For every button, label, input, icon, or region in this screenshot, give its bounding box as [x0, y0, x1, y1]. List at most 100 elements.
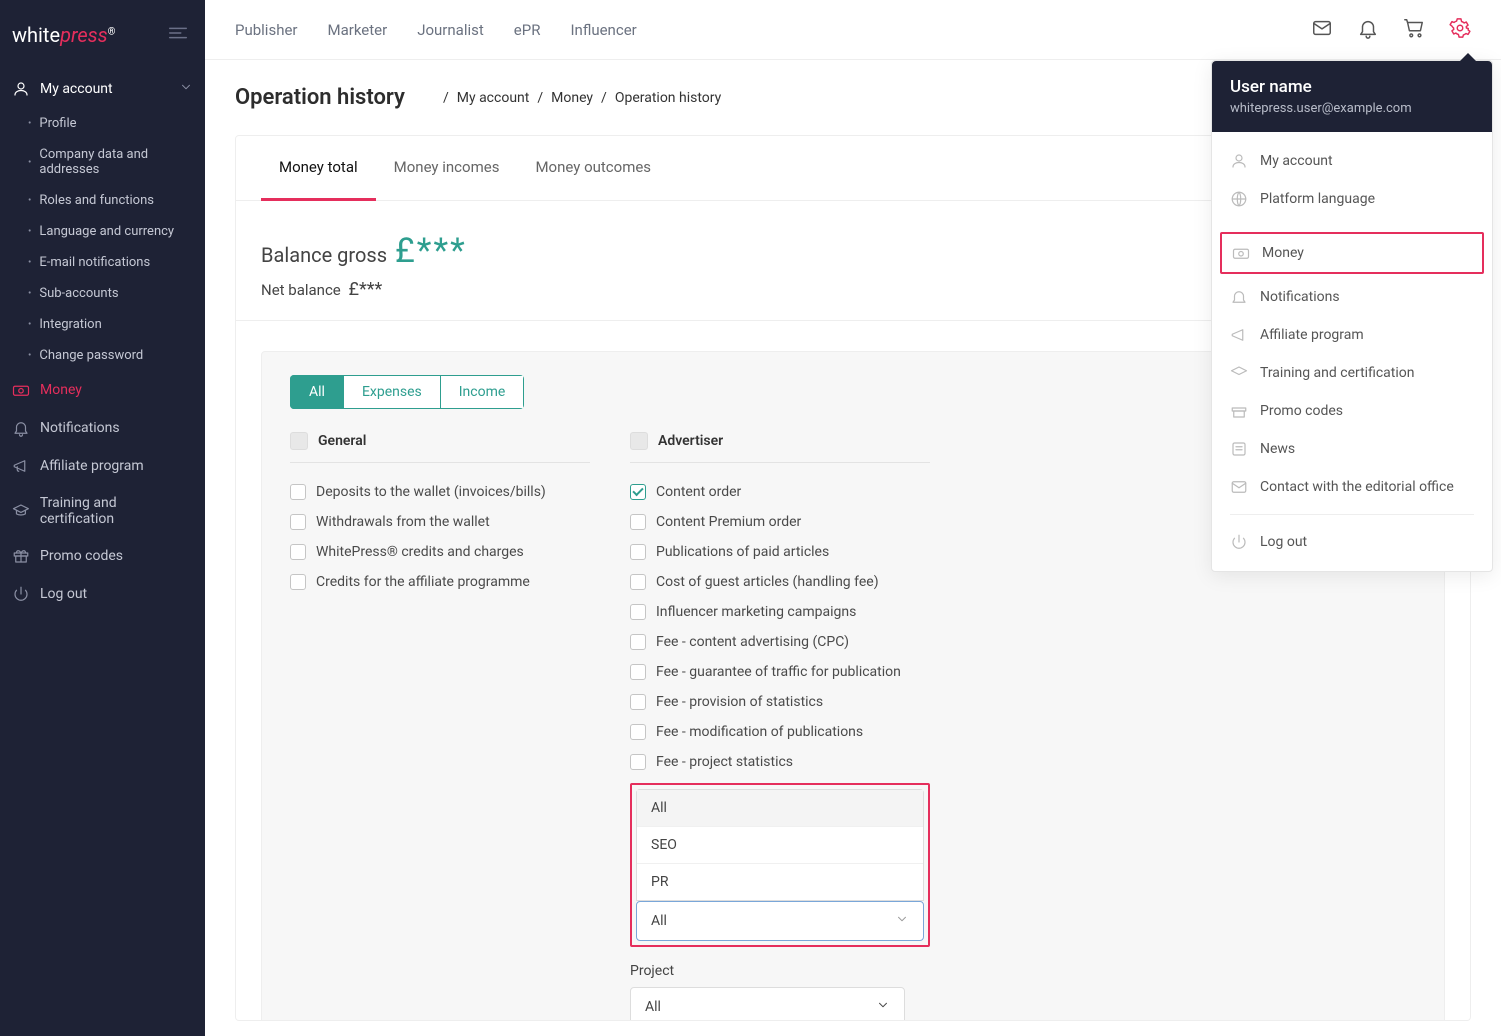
crumb-myaccount[interactable]: My account [457, 90, 530, 106]
check-fee-proj-stats-label: Fee - project statistics [656, 754, 793, 770]
pop-contact-label: Contact with the editorial office [1260, 479, 1454, 495]
pill-all[interactable]: All [290, 375, 344, 409]
globe-icon [1230, 190, 1248, 208]
pop-training-label: Training and certification [1260, 365, 1414, 381]
pop-myaccount[interactable]: My account [1212, 142, 1492, 180]
check-credits[interactable]: WhitePress® credits and charges [290, 537, 590, 567]
general-header-checkbox[interactable] [290, 432, 308, 450]
pop-training[interactable]: Training and certification [1212, 354, 1492, 392]
nav-training-label: Training and certification [40, 495, 193, 527]
dropdown-selected-label: All [651, 913, 667, 929]
checkbox-icon [630, 604, 646, 620]
settings-icon[interactable] [1449, 17, 1471, 43]
check-guest-cost[interactable]: Cost of guest articles (handling fee) [630, 567, 930, 597]
pop-promo-label: Promo codes [1260, 403, 1343, 419]
sidebar: whitepress® My account Profile Company d… [0, 0, 205, 1036]
checkbox-icon [630, 544, 646, 560]
check-fee-stats[interactable]: Fee - provision of statistics [630, 687, 930, 717]
check-fee-cpc[interactable]: Fee - content advertising (CPC) [630, 627, 930, 657]
topnav-publisher[interactable]: Publisher [235, 11, 298, 49]
subtab-outcomes[interactable]: Money outcomes [517, 136, 669, 200]
money-icon [12, 381, 30, 399]
sub-changepw[interactable]: Change password [20, 340, 205, 371]
popover-header: User name whitepress.user@example.com [1212, 61, 1492, 132]
logo-part2: press [60, 23, 108, 47]
dropdown-option-pr[interactable]: PR [637, 864, 923, 900]
pop-platform-language[interactable]: Platform language [1212, 180, 1492, 218]
advertiser-header-checkbox[interactable] [630, 432, 648, 450]
topnav-journalist[interactable]: Journalist [417, 11, 484, 49]
crumb-money[interactable]: Money [551, 90, 593, 106]
dropdown-option-all[interactable]: All [637, 790, 923, 827]
pop-contact[interactable]: Contact with the editorial office [1212, 468, 1492, 506]
check-paid-articles[interactable]: Publications of paid articles [630, 537, 930, 567]
check-deposits[interactable]: Deposits to the wallet (invoices/bills) [290, 477, 590, 507]
topnav-influencer[interactable]: Influencer [570, 11, 636, 49]
megaphone-icon [1230, 326, 1248, 344]
dropdown-select[interactable]: All [636, 901, 924, 941]
sub-roles[interactable]: Roles and functions [20, 185, 205, 216]
check-influencer[interactable]: Influencer marketing campaigns [630, 597, 930, 627]
nav-logout[interactable]: Log out [0, 575, 205, 613]
check-content-order-label: Content order [656, 484, 741, 500]
check-content-order[interactable]: Content order [630, 477, 930, 507]
sub-integration[interactable]: Integration [20, 309, 205, 340]
pop-affiliate-label: Affiliate program [1260, 327, 1364, 343]
check-premium-order-label: Content Premium order [656, 514, 801, 530]
pop-notifications[interactable]: Notifications [1212, 278, 1492, 316]
check-fee-mod[interactable]: Fee - modification of publications [630, 717, 930, 747]
nav-notifications[interactable]: Notifications [0, 409, 205, 447]
sub-company[interactable]: Company data and addresses [20, 139, 205, 185]
power-icon [1230, 533, 1248, 551]
nav-affiliate[interactable]: Affiliate program [0, 447, 205, 485]
check-premium-order[interactable]: Content Premium order [630, 507, 930, 537]
dropdown-option-seo[interactable]: SEO [637, 827, 923, 864]
nav-promo[interactable]: Promo codes [0, 537, 205, 575]
check-fee-traffic[interactable]: Fee - guarantee of traffic for publicati… [630, 657, 930, 687]
pop-affiliate[interactable]: Affiliate program [1212, 316, 1492, 354]
sub-email[interactable]: E-mail notifications [20, 247, 205, 278]
sub-subaccounts[interactable]: Sub-accounts [20, 278, 205, 309]
pop-money-highlighted[interactable]: Money [1220, 232, 1484, 274]
logo[interactable]: whitepress® [12, 23, 116, 47]
nav-logout-label: Log out [40, 586, 87, 602]
breadcrumb-sep: / [601, 90, 607, 106]
checkbox-icon [290, 574, 306, 590]
sub-profile[interactable]: Profile [20, 108, 205, 139]
pop-news-label: News [1260, 441, 1295, 457]
pop-logout[interactable]: Log out [1212, 523, 1492, 561]
pill-expenses[interactable]: Expenses [344, 375, 441, 409]
hamburger-icon[interactable] [163, 18, 193, 52]
nav-money[interactable]: Money [0, 371, 205, 409]
popover-body: My account Platform language Money Notif… [1212, 132, 1492, 571]
check-deposits-label: Deposits to the wallet (invoices/bills) [316, 484, 546, 500]
pop-news[interactable]: News [1212, 430, 1492, 468]
nav-training[interactable]: Training and certification [0, 485, 205, 537]
page-title: Operation history [235, 85, 405, 110]
check-influencer-label: Influencer marketing campaigns [656, 604, 856, 620]
mail-icon[interactable] [1311, 17, 1333, 43]
chevron-down-icon [179, 80, 193, 98]
popover-divider [1230, 514, 1474, 515]
logo-part1: white [12, 23, 60, 47]
check-fee-proj-stats[interactable]: Fee - project statistics [630, 747, 930, 777]
pill-income[interactable]: Income [441, 375, 525, 409]
checkbox-icon [630, 574, 646, 590]
pop-promo[interactable]: Promo codes [1212, 392, 1492, 430]
topnav-marketer[interactable]: Marketer [328, 11, 388, 49]
subtab-total[interactable]: Money total [261, 136, 376, 201]
topnav-epr[interactable]: ePR [514, 11, 541, 49]
nav-my-account[interactable]: My account [0, 70, 205, 108]
project-select[interactable]: All [630, 987, 905, 1021]
balance-gross-label: Balance gross [261, 243, 387, 267]
check-affiliate-credits[interactable]: Credits for the affiliate programme [290, 567, 590, 597]
chevron-down-icon [876, 998, 890, 1016]
check-withdrawals[interactable]: Withdrawals from the wallet [290, 507, 590, 537]
check-fee-traffic-label: Fee - guarantee of traffic for publicati… [656, 664, 901, 680]
cart-icon[interactable] [1403, 17, 1425, 43]
bell-icon[interactable] [1357, 17, 1379, 43]
sub-language[interactable]: Language and currency [20, 216, 205, 247]
breadcrumb-sep: / [443, 90, 449, 106]
subtab-incomes[interactable]: Money incomes [376, 136, 518, 200]
megaphone-icon [12, 457, 30, 475]
